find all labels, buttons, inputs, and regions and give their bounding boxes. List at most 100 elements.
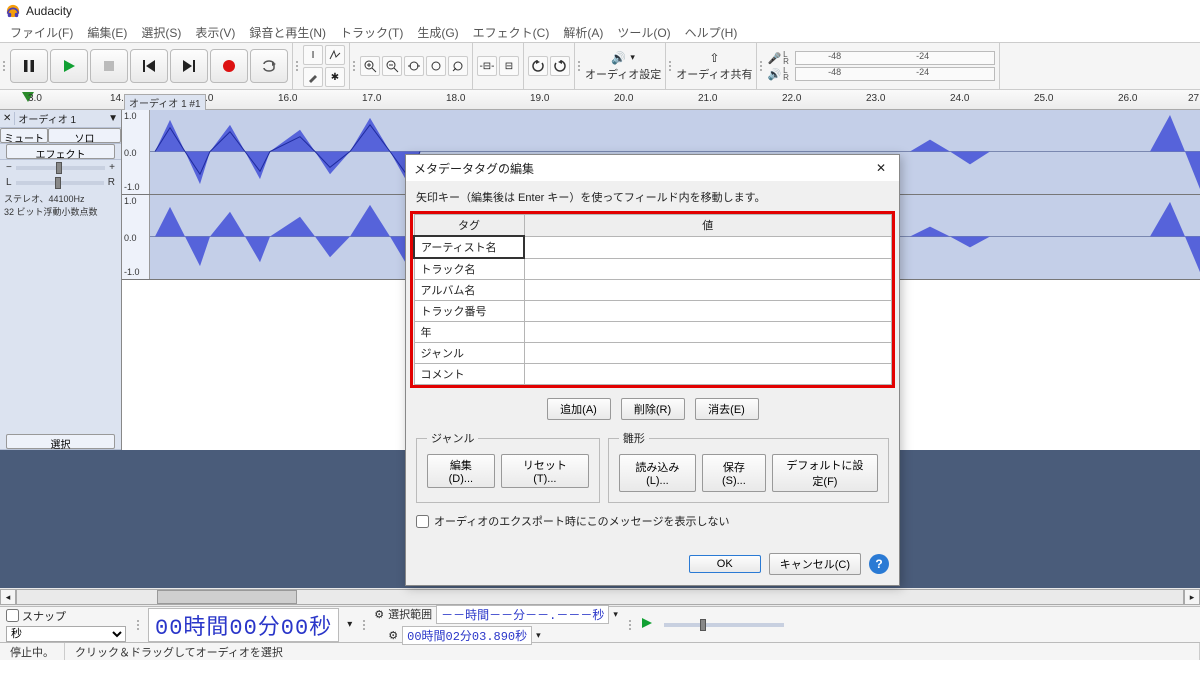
silence-icon[interactable]: ⊟ — [499, 56, 519, 76]
speaker-icon: 🔊 — [611, 51, 626, 65]
pan-slider[interactable]: LR — [0, 175, 121, 190]
menu-tools[interactable]: ツール(O) — [611, 22, 676, 43]
undo-group — [524, 43, 575, 89]
ok-button[interactable]: OK — [689, 555, 761, 573]
loop-button[interactable] — [250, 49, 288, 83]
transport-group — [6, 43, 293, 89]
menu-view[interactable]: 表示(V) — [189, 22, 241, 43]
close-icon[interactable]: ✕ — [871, 158, 891, 178]
highlighted-region: タグ値 アーティスト名 トラック名 アルバム名 トラック番号 年 ジャンル コメ… — [410, 211, 895, 388]
app-logo-icon — [6, 4, 20, 18]
zoom-toggle-icon[interactable] — [448, 56, 468, 76]
genre-fieldset: ジャンル 編集(D)... リセット(T)... — [416, 430, 600, 503]
record-button[interactable] — [210, 49, 248, 83]
skip-start-button[interactable] — [130, 49, 168, 83]
load-button[interactable]: 読み込み(L)... — [619, 454, 696, 492]
horizontal-scrollbar[interactable]: ◂ ▸ — [0, 588, 1200, 606]
envelope-tool-icon[interactable] — [325, 45, 345, 65]
selection-tool-icon[interactable]: I — [303, 45, 323, 65]
multi-tool-icon[interactable]: ✱ — [325, 67, 345, 87]
stop-button[interactable] — [90, 49, 128, 83]
table-row: アーティスト名 — [414, 236, 892, 258]
track-menu-icon[interactable]: ▼ — [105, 112, 121, 125]
gear-icon[interactable]: ⚙ — [388, 629, 398, 642]
skip-end-button[interactable] — [170, 49, 208, 83]
audio-settings-group: 🔊▾ オーディオ設定 — [581, 43, 666, 89]
tools-group: I ✱ — [299, 43, 350, 89]
play-at-speed-icon[interactable] — [640, 616, 654, 633]
track-format-info: ステレオ、44100Hz32 ビット浮動小数点数 — [0, 190, 121, 220]
scroll-left-icon[interactable]: ◂ — [0, 589, 16, 605]
table-row: トラック名 — [414, 258, 892, 280]
col-value: 値 — [524, 215, 892, 237]
dont-show-checkbox[interactable]: オーディオのエクスポート時にこのメッセージを表示しない — [416, 513, 889, 529]
template-fieldset: 雛形 読み込み(L)... 保存(S)... デフォルトに設定(F) — [608, 430, 889, 503]
play-button[interactable] — [50, 49, 88, 83]
dialog-title: メタデータタグの編集 — [414, 160, 534, 177]
mute-button[interactable]: ミュート — [0, 128, 48, 143]
menu-select[interactable]: 選択(S) — [135, 22, 187, 43]
menu-generate[interactable]: 生成(G) — [411, 22, 464, 43]
audio-share-label[interactable]: オーディオ共有 — [676, 66, 752, 82]
close-track-icon[interactable]: ✕ — [0, 112, 15, 125]
grip[interactable] — [134, 620, 140, 630]
help-icon[interactable]: ? — [869, 554, 889, 574]
redo-icon[interactable] — [550, 56, 570, 76]
menu-help[interactable]: ヘルプ(H) — [679, 22, 744, 43]
remove-button[interactable]: 削除(R) — [621, 398, 685, 420]
menu-tracks[interactable]: トラック(T) — [334, 22, 409, 43]
meters-group: 🎤 LR -48 -24 🔊 LR -48 -24 — [763, 43, 1000, 89]
clip-name[interactable]: オーディオ 1 #1 — [124, 94, 206, 111]
rec-meter-lr: LR — [783, 51, 791, 65]
solo-button[interactable]: ソロ — [48, 128, 121, 143]
grip[interactable] — [360, 620, 366, 630]
track-control-panel: ✕オーディオ 1▼ ミュートソロ エフェクト −+ LR ステレオ、44100H… — [0, 110, 122, 450]
zoom-in-icon[interactable] — [360, 56, 380, 76]
share-icon: ⇧ — [709, 51, 719, 65]
menu-effect[interactable]: エフェクト(C) — [467, 22, 556, 43]
metadata-table[interactable]: タグ値 アーティスト名 トラック名 アルバム名 トラック番号 年 ジャンル コメ… — [413, 214, 892, 385]
undo-icon[interactable] — [528, 56, 548, 76]
save-button[interactable]: 保存(S)... — [702, 454, 766, 492]
scroll-thumb[interactable] — [157, 590, 297, 604]
gear-icon[interactable]: ⚙ — [374, 608, 384, 621]
status-text: 停止中。 — [0, 643, 65, 660]
track-name[interactable]: オーディオ 1 — [15, 110, 105, 127]
table-row: コメント — [414, 364, 892, 385]
grip[interactable] — [626, 620, 632, 630]
audio-settings-label[interactable]: オーディオ設定 — [585, 66, 661, 82]
scroll-right-icon[interactable]: ▸ — [1184, 589, 1200, 605]
title-bar: Audacity — [0, 0, 1200, 22]
select-button[interactable]: 選択 — [6, 434, 115, 449]
selection-start[interactable]: －－時間－－分－－.－－－秒 — [436, 605, 609, 624]
playback-meter[interactable]: -48 -24 — [795, 67, 995, 81]
snap-unit-select[interactable]: 秒 — [6, 626, 126, 642]
selection-end[interactable]: 00時間02分03.890秒 — [402, 626, 532, 645]
time-display[interactable]: 00時間00分00秒 — [148, 608, 339, 642]
draw-tool-icon[interactable] — [303, 67, 323, 87]
menu-file[interactable]: ファイル(F) — [4, 22, 79, 43]
gain-slider[interactable]: −+ — [0, 160, 121, 175]
edit-genre-button[interactable]: 編集(D)... — [427, 454, 495, 488]
playback-speed-slider[interactable] — [664, 623, 784, 627]
metadata-dialog: メタデータタグの編集 ✕ 矢印キー（編集後は Enter キー）を使ってフィール… — [405, 154, 900, 586]
trim-icon[interactable]: -⊟- — [477, 56, 497, 76]
add-button[interactable]: 追加(A) — [547, 398, 611, 420]
menu-bar: ファイル(F) 編集(E) 選択(S) 表示(V) 録音と再生(N) トラック(… — [0, 22, 1200, 42]
menu-analyze[interactable]: 解析(A) — [557, 22, 609, 43]
fit-project-icon[interactable] — [426, 56, 446, 76]
effect-button[interactable]: エフェクト — [6, 144, 115, 159]
menu-edit[interactable]: 編集(E) — [81, 22, 133, 43]
pause-button[interactable] — [10, 49, 48, 83]
fit-selection-icon[interactable] — [404, 56, 424, 76]
set-default-button[interactable]: デフォルトに設定(F) — [772, 454, 878, 492]
cancel-button[interactable]: キャンセル(C) — [769, 553, 861, 575]
zoom-out-icon[interactable] — [382, 56, 402, 76]
mic-icon: 🎤 — [767, 52, 781, 65]
reset-genre-button[interactable]: リセット(T)... — [501, 454, 589, 488]
selection-bar: スナップ 秒 00時間00分00秒▾ ⚙ 選択範囲 －－時間－－分－－.－－－秒… — [0, 606, 1200, 642]
snap-checkbox[interactable]: スナップ — [6, 608, 126, 624]
record-meter[interactable]: -48 -24 — [795, 51, 995, 65]
clear-button[interactable]: 消去(E) — [695, 398, 759, 420]
menu-transport[interactable]: 録音と再生(N) — [243, 22, 332, 43]
